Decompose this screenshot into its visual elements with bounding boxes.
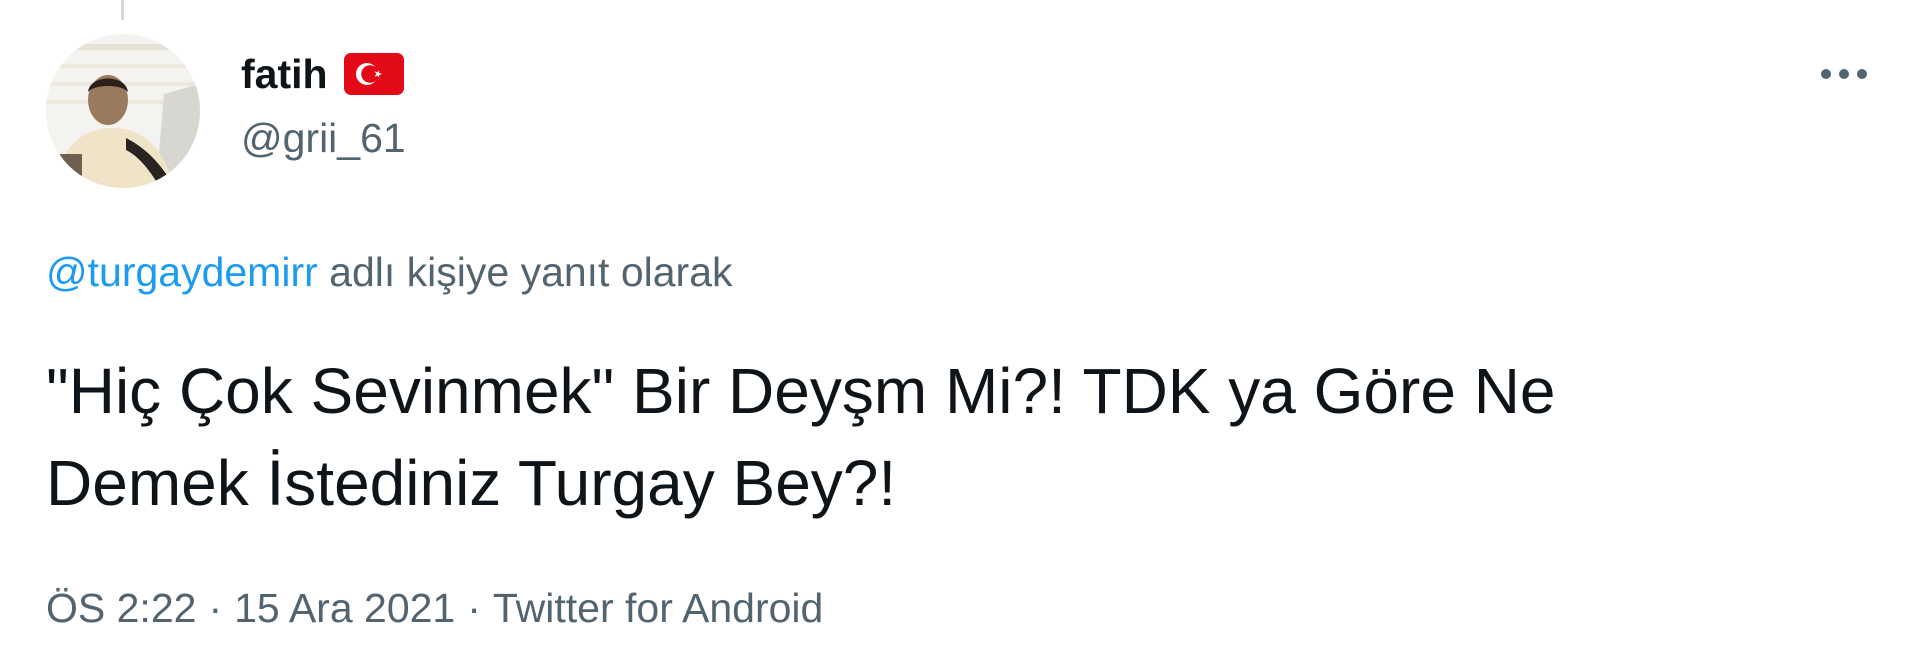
meta-separator: · (208, 585, 223, 631)
reply-context: @turgaydemirr adlı kişiye yanıt olarak (46, 246, 733, 298)
author-name-row: fatih (241, 48, 404, 100)
tweet-date[interactable]: 15 Ara 2021 (234, 585, 455, 631)
turkey-flag-icon (343, 53, 404, 95)
more-horizontal-icon (1821, 69, 1867, 79)
reply-mention-link[interactable]: @turgaydemirr (46, 249, 318, 295)
tweet-text: "Hiç Çok Sevinmek" Bir Deyşm Mi?! TDK ya… (46, 345, 1876, 529)
tweet-source[interactable]: Twitter for Android (493, 585, 823, 631)
display-name[interactable]: fatih (241, 48, 328, 100)
more-options-button[interactable] (1814, 52, 1874, 96)
reply-context-label: adlı kişiye yanıt olarak (329, 249, 733, 295)
tweet-text-line-1: "Hiç Çok Sevinmek" Bir Deyşm Mi?! TDK ya… (46, 355, 1556, 427)
avatar[interactable] (46, 34, 200, 188)
tweet-metadata: ÖS 2:22 · 15 Ara 2021 · Twitter for Android (46, 582, 823, 634)
avatar-photo (46, 34, 200, 188)
user-handle[interactable]: @grii_61 (241, 112, 406, 164)
tweet-time[interactable]: ÖS 2:22 (46, 585, 196, 631)
meta-separator: · (467, 585, 481, 631)
tweet-text-line-2: Demek İstediniz Turgay Bey?! (46, 447, 897, 519)
thread-connector-line (121, 0, 124, 20)
